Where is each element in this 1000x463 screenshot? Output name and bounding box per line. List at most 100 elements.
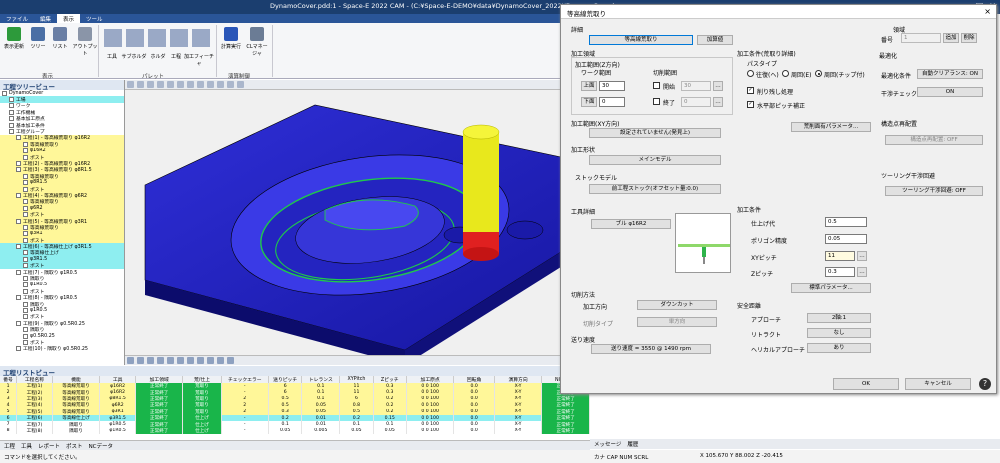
column-header[interactable]: Zピッチ — [373, 376, 407, 383]
column-header[interactable]: XYPitch — [339, 376, 374, 383]
front-view-icon[interactable] — [167, 81, 174, 88]
process-button[interactable]: 工程 — [166, 53, 186, 60]
section-icon[interactable] — [227, 81, 234, 88]
redo-icon[interactable] — [227, 357, 234, 364]
column-header[interactable]: チェックエラー — [221, 376, 270, 383]
start-pick-button[interactable]: … — [713, 81, 723, 91]
upper-input[interactable]: 30 — [599, 81, 625, 91]
filter-icon[interactable] — [167, 357, 174, 364]
approach-button[interactable]: 2軸:1 — [807, 313, 871, 323]
pan-icon[interactable] — [137, 81, 144, 88]
column-header[interactable]: 機能 — [52, 376, 101, 383]
helical-button[interactable]: あり — [807, 343, 871, 353]
tab-message[interactable]: メッセージ — [594, 440, 621, 448]
xy-pitch-more-button[interactable]: … — [857, 251, 867, 261]
cancel-button[interactable]: キャンセル — [905, 378, 971, 390]
table-row[interactable]: 8 工程(8) 隅取り φ1R0.5 正常終了 仕上げ -0.05 0.005 0.05 0.05… — [0, 427, 590, 435]
region-delete-button[interactable]: 削除 — [961, 33, 977, 43]
column-header[interactable]: 回転角 — [453, 376, 495, 383]
column-header[interactable]: トレランス — [301, 376, 341, 383]
side-view-icon[interactable] — [187, 81, 194, 88]
flat-pitch-checkbox[interactable]: ✓ — [747, 101, 754, 108]
tab-post[interactable]: ポスト — [66, 442, 83, 450]
upper-button[interactable]: 上面 — [581, 81, 597, 91]
rough-param-button[interactable]: 荒削面有パラメータ... — [791, 122, 871, 132]
radio-contour-tip[interactable] — [815, 70, 822, 77]
z-pitch-more-button[interactable]: … — [857, 267, 867, 277]
relocate-button[interactable]: 構造点再配置: OFF — [885, 135, 983, 145]
draw-rect-icon[interactable] — [157, 357, 164, 364]
start-checkbox[interactable] — [653, 82, 660, 89]
column-header[interactable]: 工程名称 — [16, 376, 53, 383]
cl-manager-button[interactable]: CLマネージャ — [244, 27, 270, 57]
region-number-input[interactable]: 1 — [901, 33, 941, 43]
output-button[interactable]: アウトプット — [72, 27, 98, 57]
list-button[interactable]: リスト — [50, 27, 70, 50]
polygon-accuracy-input[interactable]: 0.05 — [825, 234, 867, 244]
end-pick-button[interactable]: … — [713, 97, 723, 107]
tree-button[interactable]: ツリー — [28, 27, 48, 50]
help-icon[interactable]: ? — [979, 378, 991, 390]
fit-icon[interactable] — [157, 81, 164, 88]
interference-button[interactable]: ON — [917, 87, 983, 97]
ok-button[interactable]: OK — [833, 378, 899, 390]
tab-report[interactable]: レポート — [38, 442, 60, 450]
start-input[interactable]: 30 — [681, 81, 711, 91]
shade-icon[interactable] — [207, 81, 214, 88]
draw-point-icon[interactable] — [127, 357, 134, 364]
layer-icon[interactable] — [177, 357, 184, 364]
radio-zigzag[interactable] — [747, 70, 754, 77]
feed-rate-button[interactable]: 送り速度 = 3550 @ 1490 rpm — [591, 344, 711, 354]
lower-button[interactable]: 下面 — [581, 97, 597, 107]
tool-select-button[interactable]: ブル φ16R2 — [591, 219, 671, 229]
3d-viewport[interactable] — [125, 80, 590, 365]
tree-node[interactable]: 工程(10) - 隅取り φ0.5R0.25 — [0, 346, 124, 352]
top-view-icon[interactable] — [177, 81, 184, 88]
menu-tools[interactable]: ツール — [80, 14, 109, 23]
undo-icon[interactable] — [217, 357, 224, 364]
std-param-button[interactable]: 標準パラメータ... — [791, 283, 871, 293]
xy-pitch-input[interactable]: 11 — [825, 251, 855, 261]
measure-icon[interactable] — [237, 81, 244, 88]
feature-button[interactable]: 加工フィーチャ — [184, 53, 214, 67]
column-header[interactable]: 演算方向 — [494, 376, 543, 383]
tooling-button[interactable]: ツーリング干渉回避: OFF — [885, 186, 983, 196]
subholder-button[interactable]: サブホルダ — [120, 53, 148, 60]
column-header[interactable]: 加工原点 — [406, 376, 455, 383]
xy-range-button[interactable]: 設定されていません(発見上) — [589, 128, 721, 138]
menu-view[interactable]: 表示 — [57, 14, 81, 23]
retract-button[interactable]: なし — [807, 328, 871, 338]
main-model-button[interactable]: メインモデル — [589, 155, 721, 165]
menu-file[interactable]: ファイル — [0, 14, 34, 23]
wire-icon[interactable] — [217, 81, 224, 88]
cut-dir-button[interactable]: ダウンカット — [637, 300, 717, 310]
draw-arc-icon[interactable] — [147, 357, 154, 364]
holder-button[interactable]: ホルダ — [148, 53, 168, 60]
close-icon[interactable]: × — [984, 7, 991, 16]
region-add-button[interactable]: 追加 — [943, 33, 959, 43]
color-icon[interactable] — [187, 357, 194, 364]
end-input[interactable]: 0 — [681, 97, 711, 107]
stock-allowance-input[interactable]: 0.5 — [825, 217, 867, 227]
column-header[interactable]: 荒/仕上 — [182, 376, 222, 383]
refresh-button[interactable]: 表示更新 — [4, 27, 24, 50]
opt-cond-button[interactable]: 自動クリアランス: ON — [917, 69, 983, 79]
tab-process[interactable]: 工程 — [4, 442, 15, 450]
tool-button[interactable]: 工具 — [102, 53, 122, 60]
iso-view-icon[interactable] — [197, 81, 204, 88]
tab-tool[interactable]: 工具 — [21, 442, 32, 450]
grid-icon[interactable] — [207, 357, 214, 364]
param-button[interactable]: 加算値 — [697, 35, 733, 45]
snap-icon[interactable] — [197, 357, 204, 364]
rest-machining-checkbox[interactable]: ✓ — [747, 87, 754, 94]
column-header[interactable]: 送りピッチ — [268, 376, 303, 383]
calc-run-button[interactable]: 計算実行 — [220, 27, 242, 50]
column-header[interactable]: 加工領域 — [135, 376, 184, 383]
mode-button[interactable]: 等高線荒取り — [589, 35, 693, 45]
lower-input[interactable]: 0 — [599, 97, 625, 107]
draw-line-icon[interactable] — [137, 357, 144, 364]
end-checkbox[interactable] — [653, 98, 660, 105]
z-pitch-input[interactable]: 0.3 — [825, 267, 855, 277]
tab-nc-data[interactable]: NCデータ — [89, 442, 113, 450]
stock-button[interactable]: 前工程ストック(オフセット量:0.0) — [589, 184, 721, 194]
